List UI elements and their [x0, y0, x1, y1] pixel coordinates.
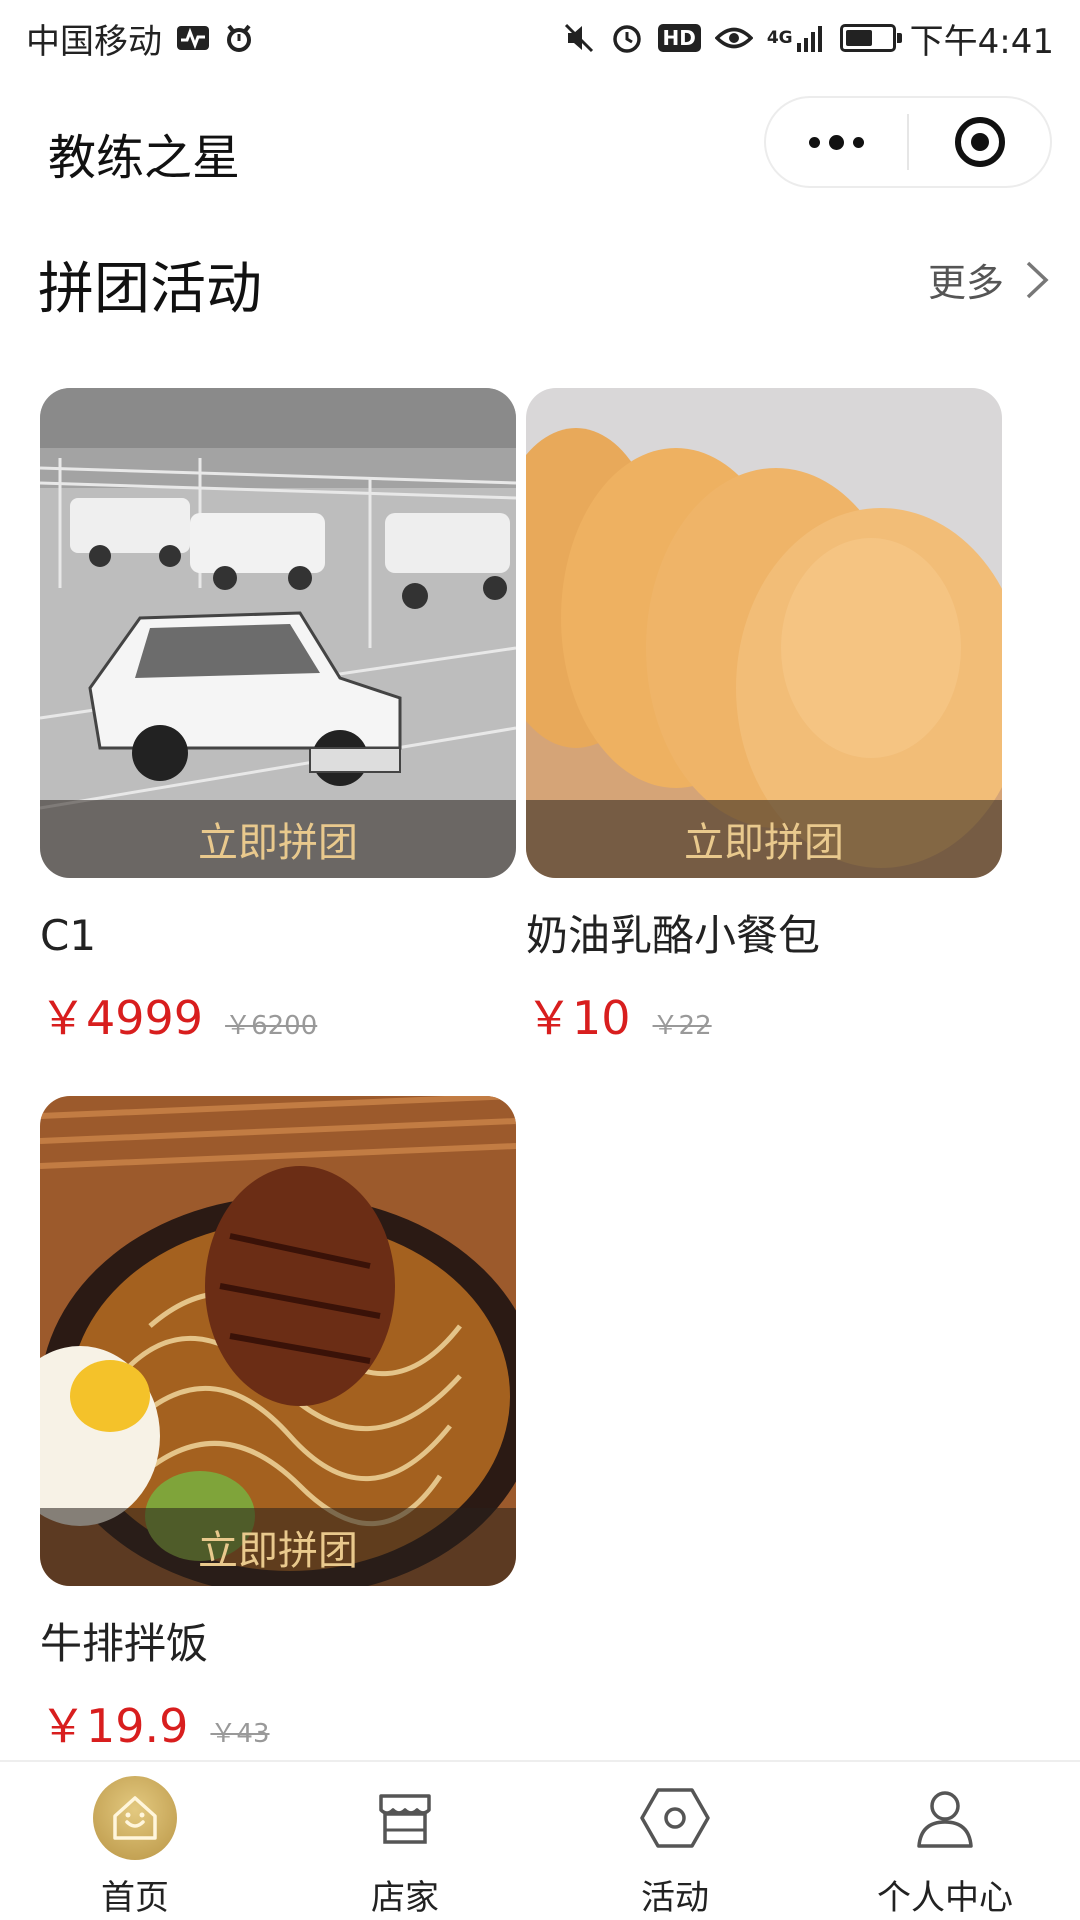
more-label: 更多 — [927, 261, 1004, 305]
product-name: 奶油乳酪小餐包 — [526, 911, 821, 960]
eye-comfort-icon — [714, 25, 753, 51]
group-price: ￥4999 — [40, 991, 204, 1045]
product-image[interactable]: 立即拼团 — [526, 388, 1002, 878]
battery-fill — [845, 30, 872, 46]
product-name: 牛排拌饭 — [40, 1619, 209, 1668]
status-left: 中国移动 — [26, 14, 254, 63]
nav-bar: 教练之星 — [0, 76, 1080, 216]
tab-label: 个人中心 — [877, 1878, 1013, 1918]
product-name: C1 — [40, 911, 97, 960]
product-card[interactable]: 立即拼团 C1 ￥4999 ￥6200 — [40, 388, 516, 1048]
activity-hexagon-icon — [633, 1776, 717, 1860]
price-row: ￥19.9 ￥43 — [40, 1690, 516, 1756]
product-card[interactable]: 立即拼团 牛排拌饭 ￥19.9 ￥43 — [40, 1096, 516, 1756]
clock-time: 下午4:41 — [909, 21, 1054, 62]
tab-profile[interactable]: 个人中心 — [810, 1762, 1080, 1920]
tab-label: 店家 — [371, 1878, 439, 1918]
join-group-button[interactable]: 立即拼团 — [40, 1508, 516, 1586]
price-row: ￥10 ￥22 — [526, 982, 1002, 1048]
user-icon — [903, 1776, 987, 1860]
more-options-button[interactable] — [766, 98, 907, 186]
tab-activity[interactable]: 活动 — [540, 1762, 810, 1920]
price-row: ￥4999 ￥6200 — [40, 982, 516, 1048]
product-image[interactable]: 立即拼团 — [40, 388, 516, 878]
battery-icon — [839, 24, 902, 52]
join-group-button[interactable]: 立即拼团 — [526, 800, 1002, 878]
tab-store[interactable]: 店家 — [270, 1762, 540, 1920]
page-title: 教练之星 — [48, 130, 241, 186]
activity-monitor-icon — [176, 25, 210, 51]
more-link[interactable]: 更多 — [928, 252, 1056, 307]
section-title: 拼团活动 — [38, 257, 262, 322]
close-mini-program-button[interactable] — [909, 98, 1050, 186]
tab-home[interactable]: 首页 — [0, 1762, 270, 1920]
group-price: ￥19.9 — [40, 1699, 189, 1753]
home-icon — [93, 1776, 177, 1860]
alarm-clock-icon — [610, 21, 644, 55]
product-card[interactable]: 立即拼团 奶油乳酪小餐包 ￥10 ￥22 — [526, 388, 1002, 1048]
status-right: HD 4G 下午4:41 — [562, 14, 1054, 63]
target-circle-icon — [954, 117, 1005, 167]
original-price: ￥22 — [652, 1011, 712, 1041]
bottom-tab-bar: 首页 店家 活动 个人中心 — [0, 1760, 1080, 1920]
join-group-button[interactable]: 立即拼团 — [40, 800, 516, 878]
carrier-name: 中国移动 — [26, 21, 162, 62]
more-dots-icon — [809, 134, 864, 150]
mini-program-capsule — [764, 96, 1052, 188]
tab-label: 活动 — [641, 1878, 709, 1918]
original-price: ￥6200 — [225, 1011, 318, 1041]
signal-icon: 4G — [767, 23, 826, 53]
original-price: ￥43 — [210, 1719, 270, 1749]
mute-icon — [562, 21, 596, 55]
alarm-robot-icon — [224, 23, 254, 53]
product-image[interactable]: 立即拼团 — [40, 1096, 516, 1586]
network-type: 4G — [766, 27, 793, 48]
tab-label: 首页 — [101, 1878, 169, 1918]
store-icon — [363, 1776, 447, 1860]
chevron-right-icon — [1026, 261, 1049, 298]
hd-badge: HD — [657, 24, 701, 52]
status-bar: 中国移动 HD 4G 下午4:41 — [0, 0, 1080, 76]
group-price: ￥10 — [526, 991, 631, 1045]
